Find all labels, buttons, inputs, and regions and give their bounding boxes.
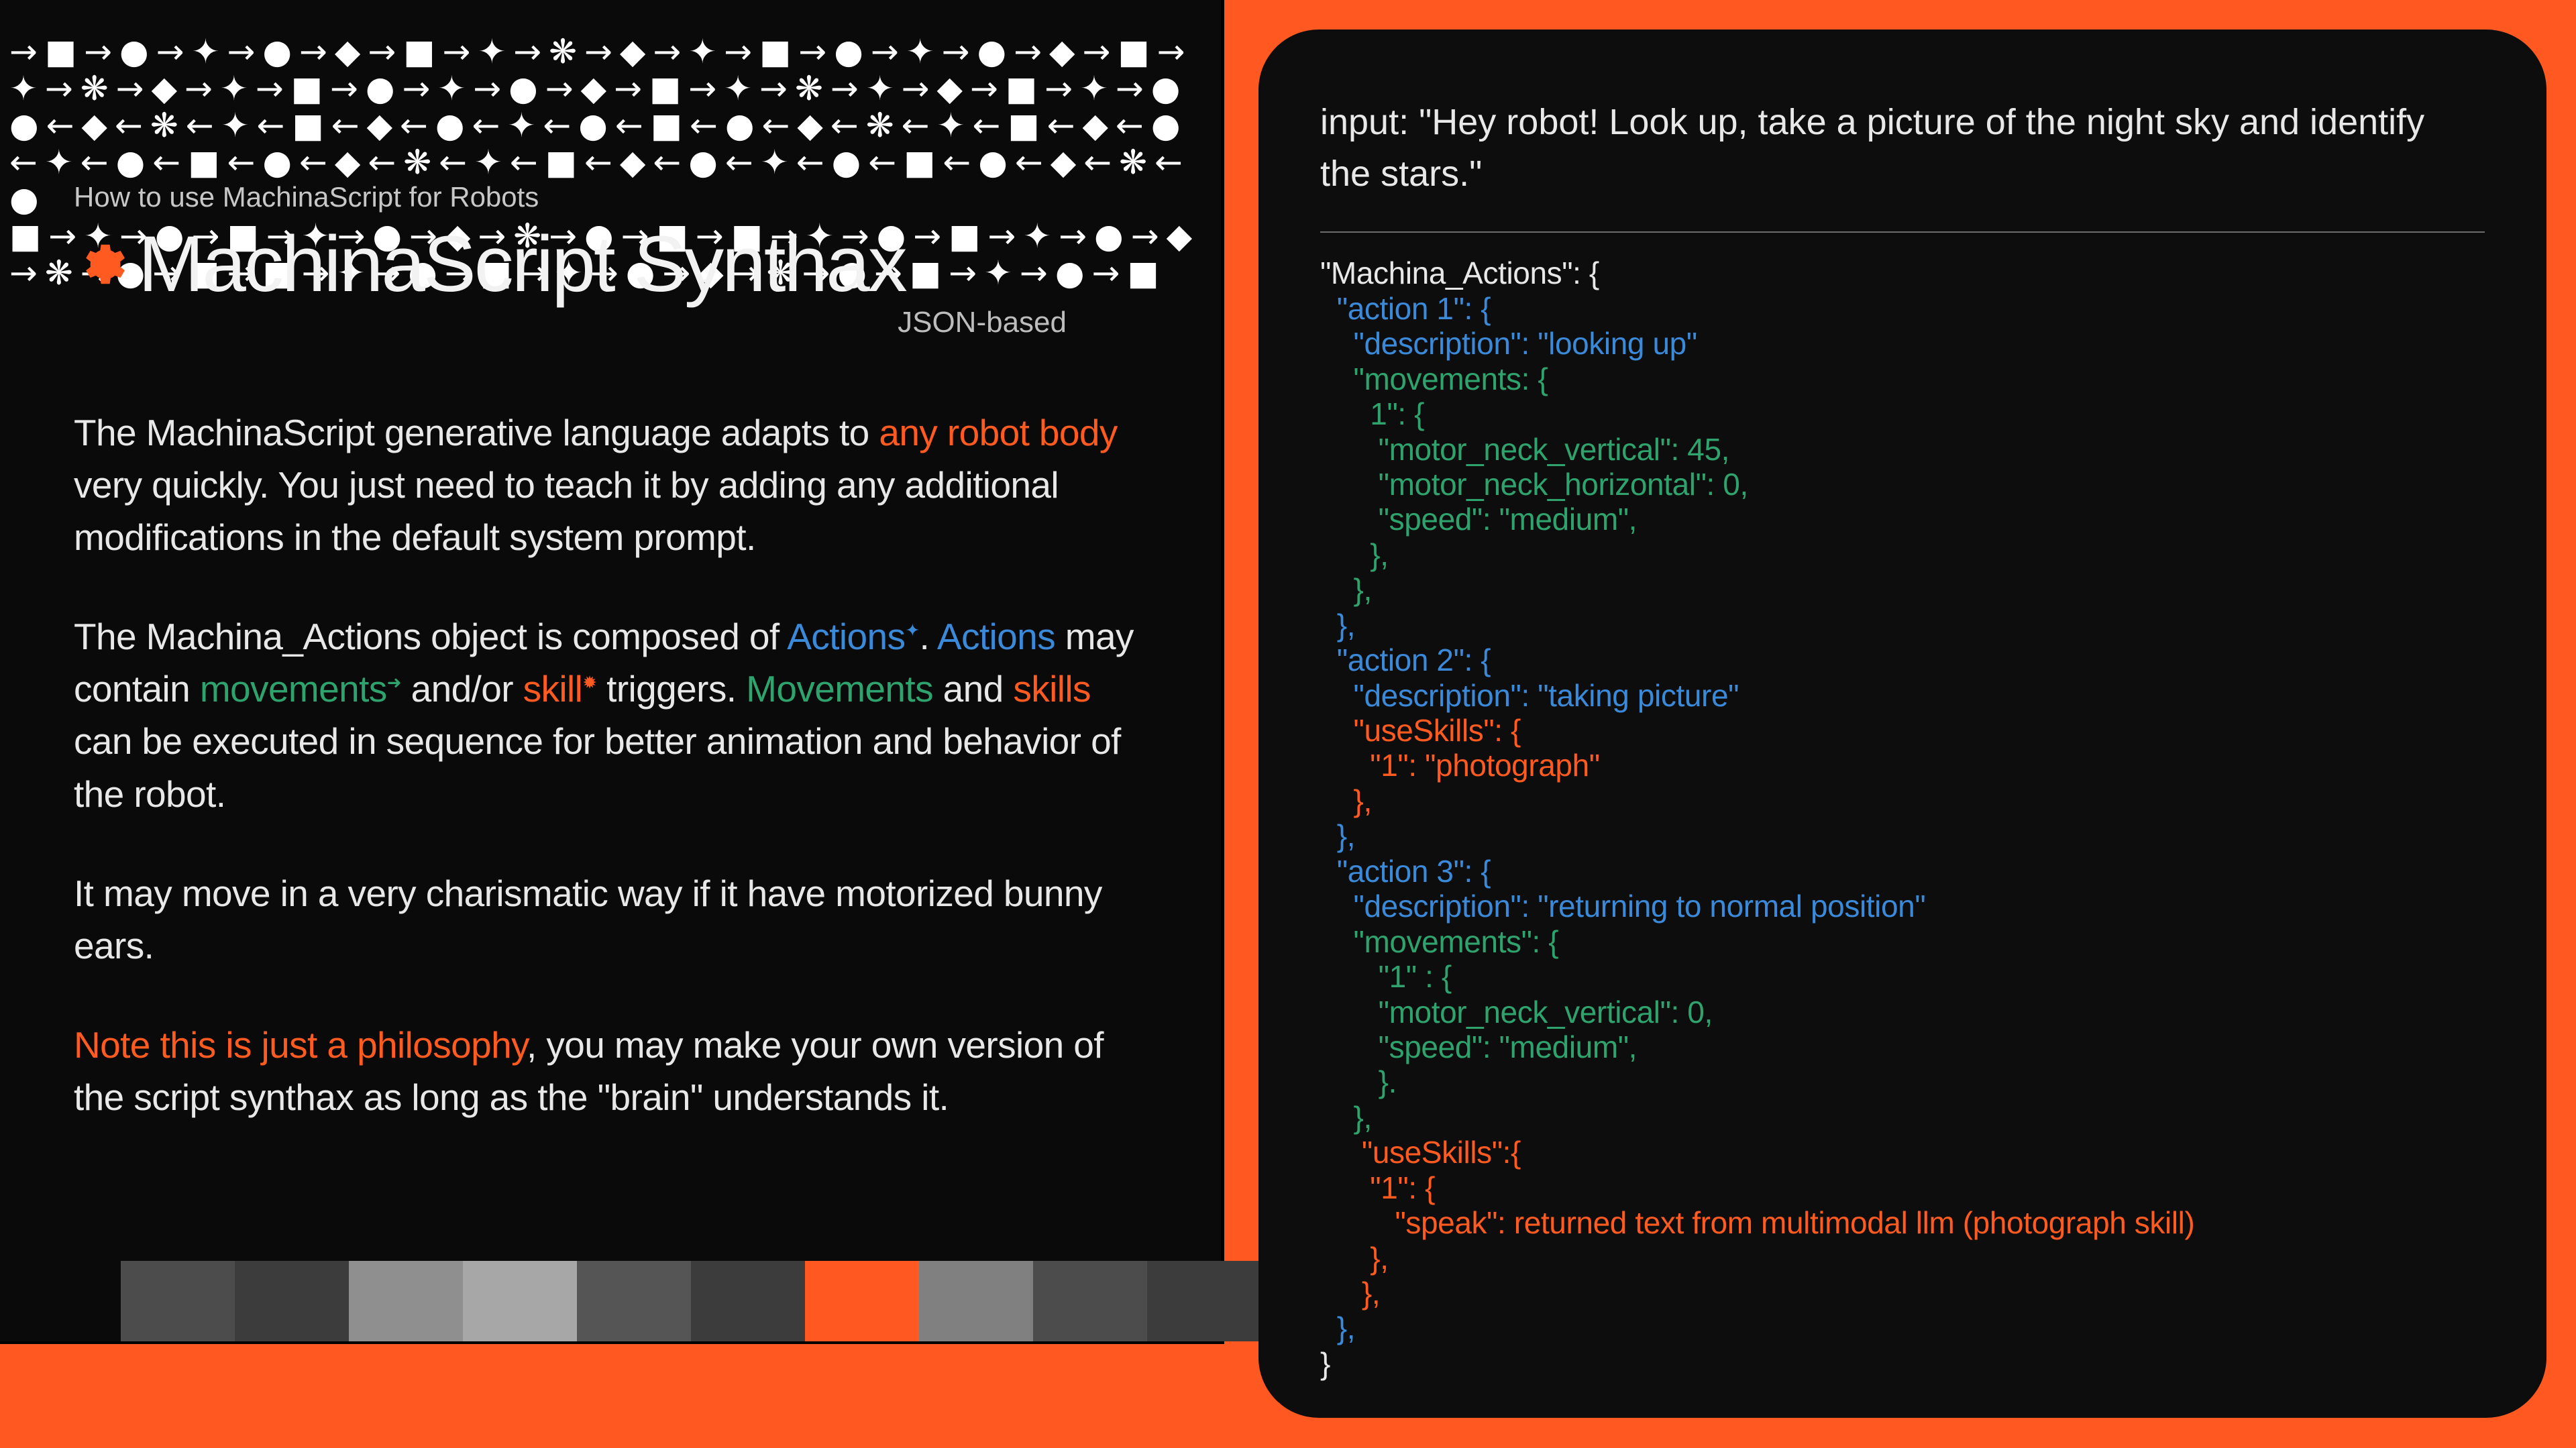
swatch	[463, 1261, 577, 1341]
swatch	[1033, 1261, 1147, 1341]
left-panel: →■→●→✦→●→◆→■→✦→❋→◆→✦→■→●→✦→●→◆→■→✦→❋→◆→✦…	[0, 0, 1221, 1341]
burst-icon: ✹	[582, 673, 596, 693]
swatch	[349, 1261, 463, 1341]
palette-strip	[121, 1261, 1261, 1341]
swatch	[235, 1261, 349, 1341]
swatch	[691, 1261, 805, 1341]
swatch	[577, 1261, 691, 1341]
prose: The MachinaScript generative language ad…	[74, 406, 1134, 1123]
divider	[1320, 231, 2485, 233]
subtitle: JSON-based	[74, 306, 1067, 339]
code-block: "Machina_Actions": { "action 1": { "desc…	[1320, 256, 2485, 1381]
swatch	[121, 1261, 235, 1341]
page-title: MachinaScript Synthax	[138, 219, 906, 310]
input-line: input: "Hey robot! Look up, take a pictu…	[1320, 97, 2485, 199]
gear-icon	[74, 238, 126, 290]
swatch	[1147, 1261, 1261, 1341]
swatch	[919, 1261, 1033, 1341]
star-icon: ✦	[905, 620, 919, 641]
kicker: How to use MachinaScript for Robots	[74, 181, 1134, 213]
code-panel: input: "Hey robot! Look up, take a pictu…	[1258, 30, 2546, 1418]
paragraph-3: It may move in a very charismatic way if…	[74, 867, 1134, 972]
paragraph-4: Note this is just a philosophy, you may …	[74, 1019, 1134, 1123]
paragraph-2: The Machina_Actions object is composed o…	[74, 610, 1134, 820]
paragraph-1: The MachinaScript generative language ad…	[74, 406, 1134, 563]
arrow-icon: ➜	[387, 673, 401, 693]
swatch	[805, 1261, 919, 1341]
